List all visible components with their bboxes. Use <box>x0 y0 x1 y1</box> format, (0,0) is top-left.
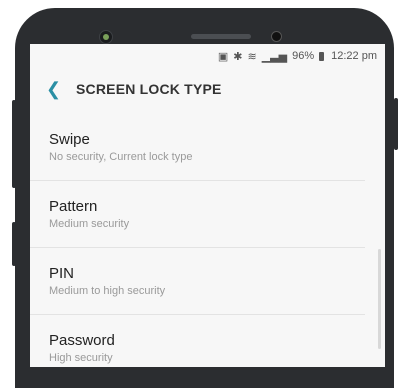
option-subtitle: Medium security <box>49 218 130 230</box>
bixby-button <box>12 222 16 266</box>
option-subtitle: Medium to high security <box>49 285 166 297</box>
screenshot-icon: ▣ <box>217 50 229 63</box>
phone-screen: ▣ ✱ ≋ ▁▃▅ 96% 12:22 pm ❮ SCREEN LOCK TYP… <box>30 44 385 367</box>
option-subtitle: No security, Current lock type <box>49 151 193 163</box>
option-pattern[interactable]: Pattern Medium security <box>30 181 365 248</box>
lock-type-list: Swipe No security, Current lock type Pat… <box>30 114 385 367</box>
page-header: ❮ SCREEN LOCK TYPE <box>30 68 385 110</box>
power-button <box>394 98 398 150</box>
earpiece-speaker <box>191 34 251 39</box>
option-title: Password <box>49 332 115 349</box>
option-swipe[interactable]: Swipe No security, Current lock type <box>30 114 365 181</box>
option-title: Pattern <box>49 198 98 215</box>
scrollbar[interactable] <box>378 249 381 349</box>
option-subtitle: High security <box>49 352 113 364</box>
status-bar: ▣ ✱ ≋ ▁▃▅ 96% 12:22 pm <box>30 44 385 68</box>
signal-icon: ▁▃▅ <box>261 50 288 63</box>
volume-button <box>12 100 16 188</box>
wifi-icon: ≋ <box>247 50 257 63</box>
page-title: SCREEN LOCK TYPE <box>76 81 222 97</box>
battery-icon <box>319 51 325 61</box>
back-arrow-icon[interactable]: ❮ <box>46 79 66 100</box>
option-password[interactable]: Password High security <box>30 315 365 367</box>
front-sensor <box>271 31 282 42</box>
battery-percent: 96% <box>292 50 315 62</box>
bluetooth-icon: ✱ <box>233 50 243 63</box>
status-time: 12:22 pm <box>331 50 377 62</box>
option-title: PIN <box>49 265 75 282</box>
camera-icon <box>99 30 113 44</box>
option-pin[interactable]: PIN Medium to high security <box>30 248 365 315</box>
option-title: Swipe <box>49 131 90 148</box>
